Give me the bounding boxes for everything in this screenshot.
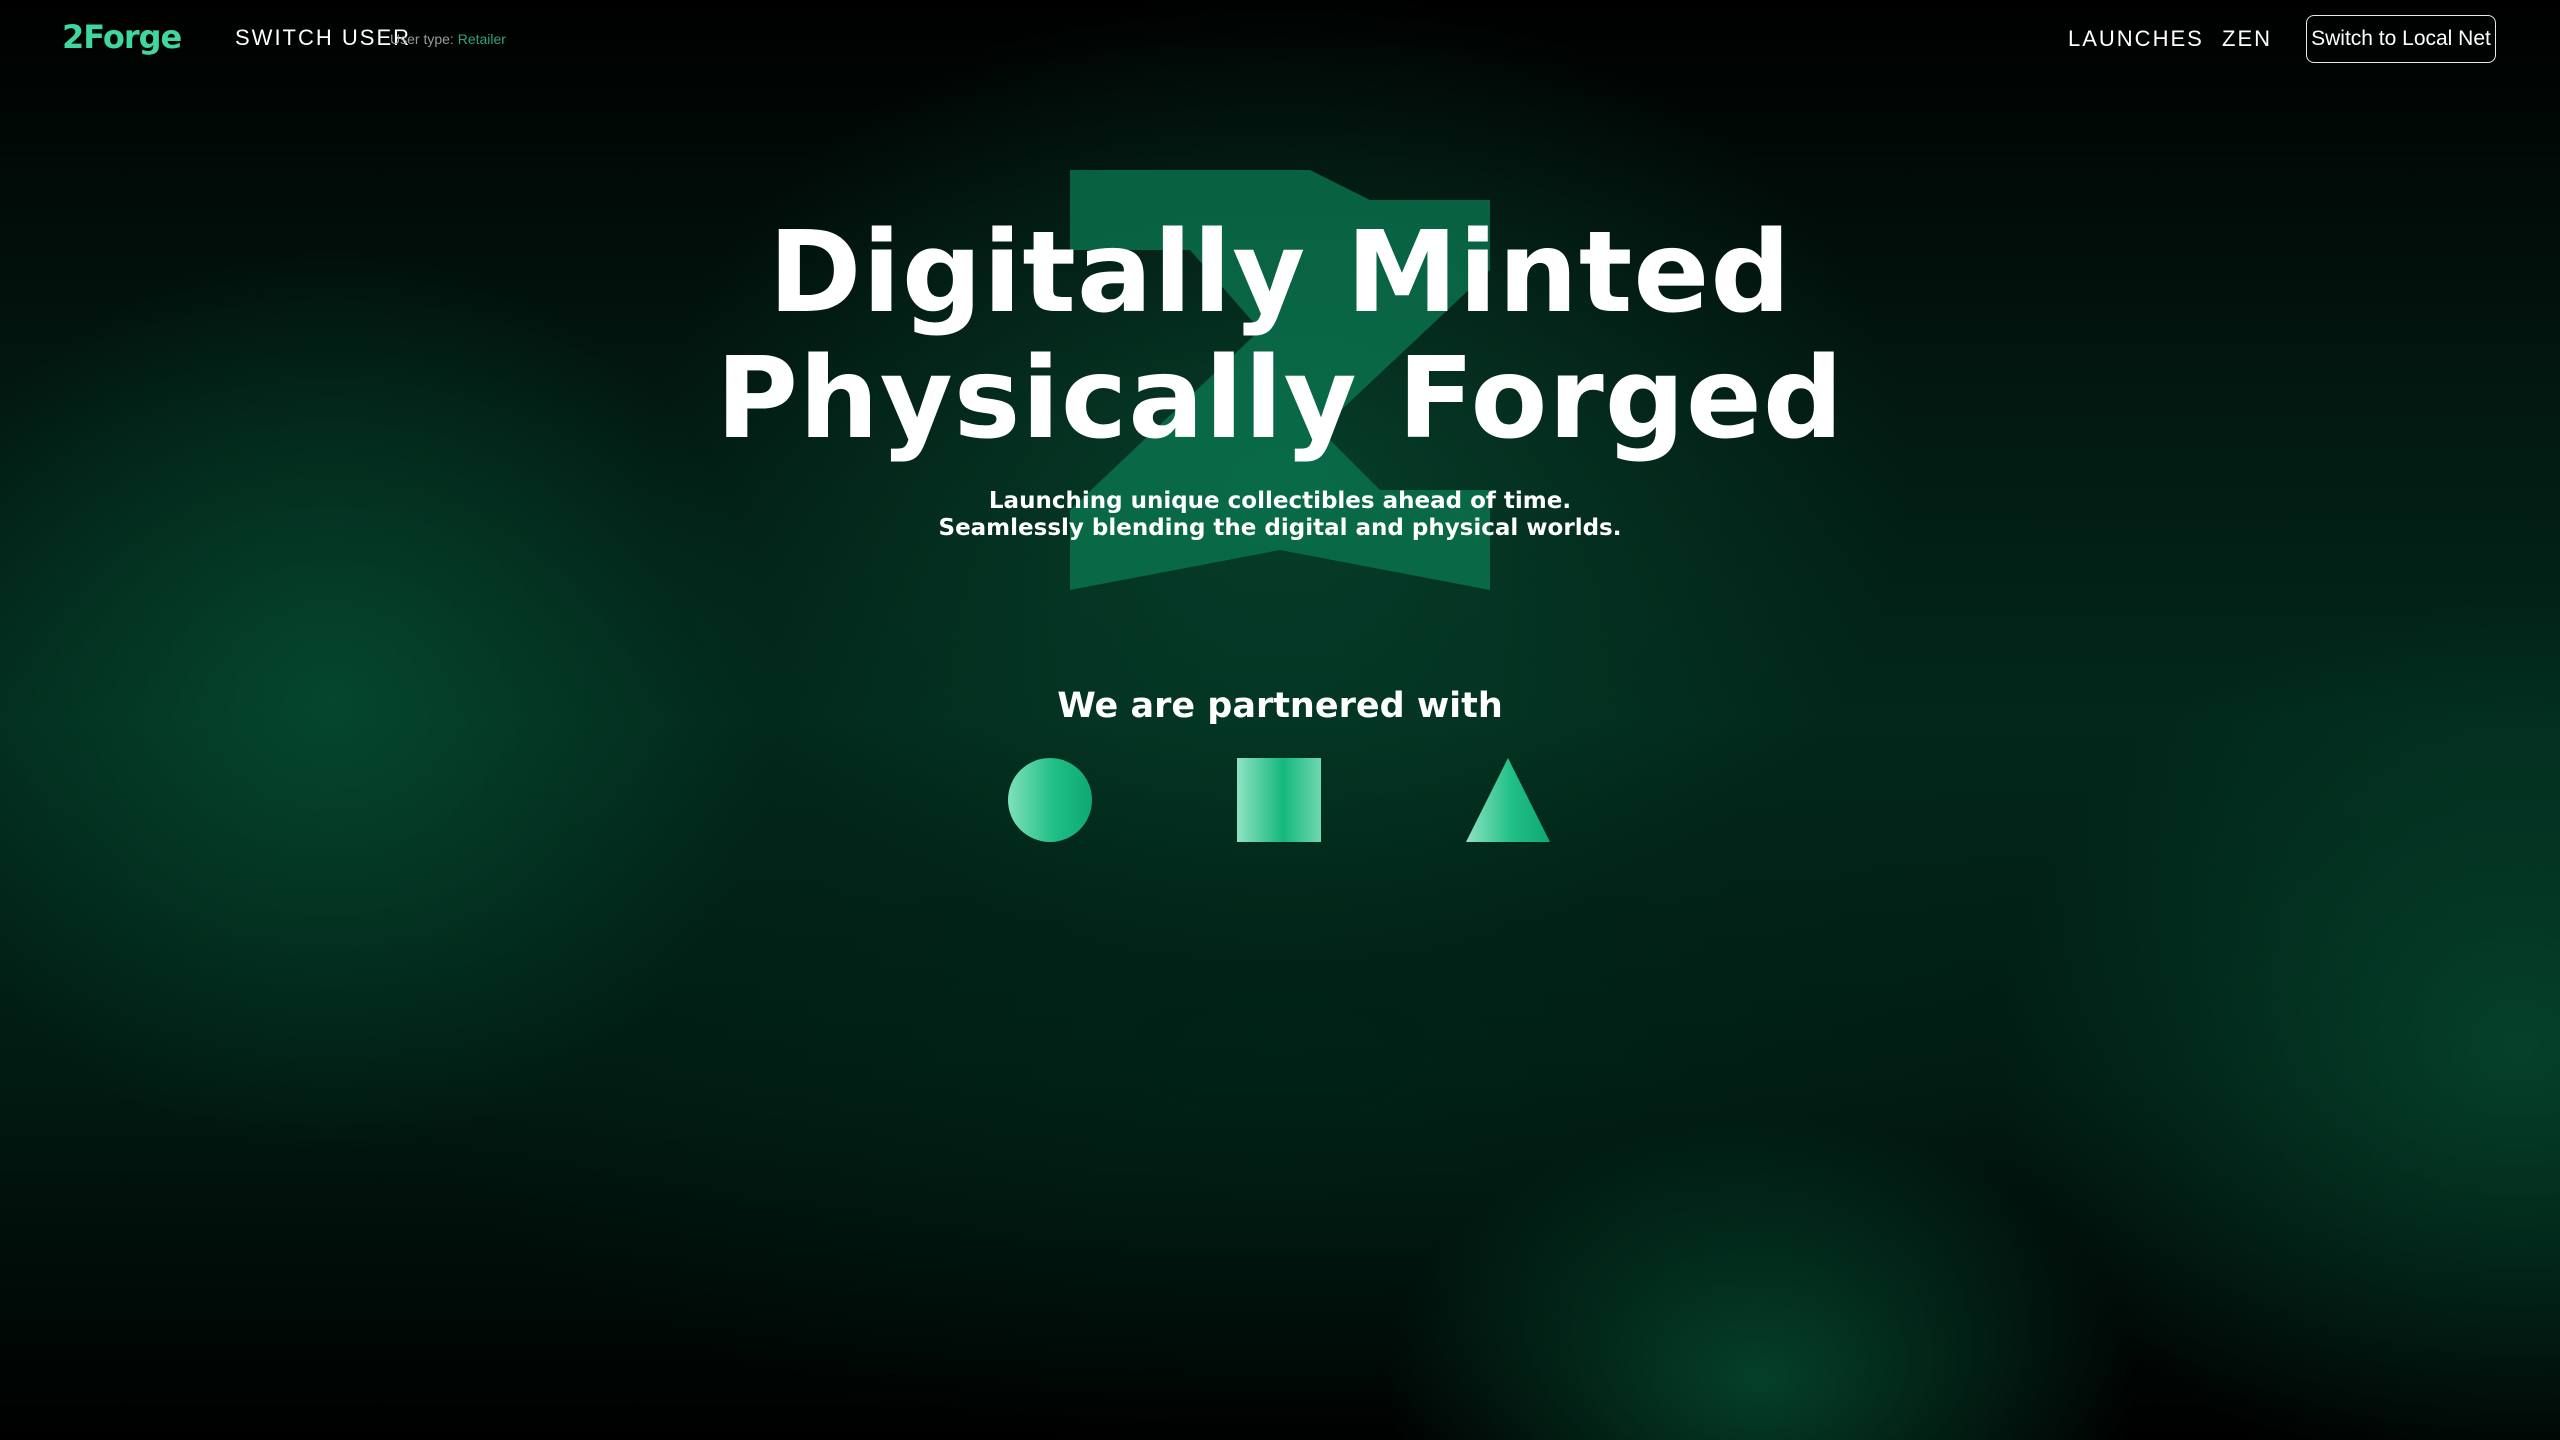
hero-subtitle-line2: Seamlessly blending the digital and phys…	[938, 515, 1622, 541]
circle-partner-icon[interactable]	[1008, 758, 1092, 842]
square-partner-icon[interactable]	[1237, 758, 1321, 842]
hero-subtitle-line1: Launching unique collectibles ahead of t…	[988, 488, 1572, 514]
hero-subtitle: Launching unique collectibles ahead of t…	[0, 488, 2560, 542]
top-nav: 2Forge SWITCH USER User type: Retailer L…	[0, 0, 2560, 80]
switch-network-button[interactable]: Switch to Local Net	[2306, 15, 2496, 63]
hero-title-line2: Physically Forged	[715, 334, 1845, 464]
user-type-label: User type:	[390, 31, 454, 47]
hero-title: Digitally Minted Physically Forged	[0, 210, 2560, 462]
hero-title-line1: Digitally Minted	[768, 208, 1792, 338]
switch-user-link[interactable]: SWITCH USER	[235, 25, 411, 51]
partners-heading: We are partnered with	[1057, 686, 1503, 726]
nav-link-launches[interactable]: LAUNCHES	[2068, 26, 2204, 52]
logo[interactable]: 2Forge	[62, 18, 182, 56]
user-type-indicator: User type: Retailer	[390, 31, 506, 47]
user-type-value: Retailer	[457, 31, 506, 47]
triangle-partner-icon[interactable]	[1466, 758, 1550, 842]
nav-link-zen[interactable]: ZEN	[2222, 26, 2272, 52]
